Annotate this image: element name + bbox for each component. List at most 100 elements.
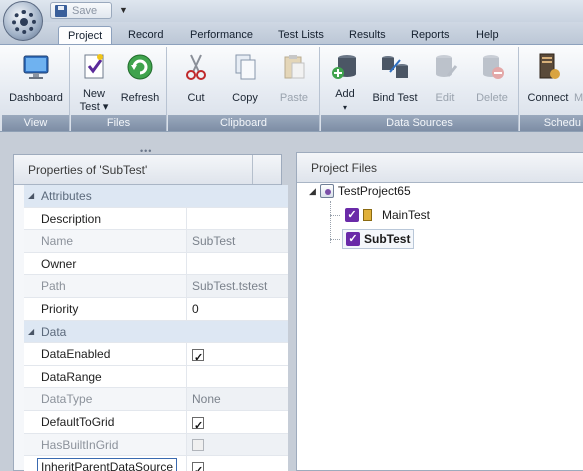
database-add-icon xyxy=(332,55,356,79)
tree-node-subtest[interactable]: ✓ SubTest xyxy=(342,229,415,249)
new-test-icon xyxy=(84,54,104,79)
add-data-source-button[interactable]: Add ▾ xyxy=(325,50,365,112)
property-row-inheritparentdatasource[interactable]: InheritParentDataSource xyxy=(24,456,288,471)
group-data-sources-label: Data Sources xyxy=(321,115,518,131)
tab-project[interactable]: Project xyxy=(58,26,113,44)
tree-connector xyxy=(330,201,331,243)
properties-panel: Properties of 'SubTest' Attributes Descr… xyxy=(13,154,288,471)
title-bar: Save ▼ xyxy=(0,0,583,41)
group-clipboard: Cut Copy Paste Clipboard xyxy=(168,47,320,131)
gear-icon xyxy=(12,10,36,34)
cut-label: Cut xyxy=(187,92,205,104)
tree-node-maintest[interactable]: ✓ MainTest xyxy=(345,205,430,225)
delete-data-source-button[interactable]: Delete xyxy=(469,50,515,112)
property-row-description[interactable]: Description xyxy=(24,207,288,231)
copy-label: Copy xyxy=(232,92,258,104)
tab-test-lists[interactable]: Test Lists xyxy=(278,26,324,44)
refresh-button[interactable]: Refresh xyxy=(117,50,163,112)
property-value: None xyxy=(187,388,288,410)
save-button[interactable]: Save xyxy=(50,2,112,19)
tab-results[interactable]: Results xyxy=(349,26,386,44)
category-attributes-label: Attributes xyxy=(24,185,187,207)
tree-connector xyxy=(330,215,340,216)
cut-button[interactable]: Cut xyxy=(174,50,218,112)
truncated-button[interactable]: M xyxy=(574,50,583,112)
copy-button[interactable]: Copy xyxy=(222,50,268,112)
property-row-dataenabled[interactable]: DataEnabled xyxy=(24,343,288,369)
bind-test-icon xyxy=(382,56,408,78)
clipboard-icon xyxy=(284,55,305,79)
group-schedule: Connect M Schedu xyxy=(520,47,583,131)
category-data[interactable]: Data xyxy=(24,320,288,344)
ribbon: Dashboard View New Test ▾ Refresh Files xyxy=(0,44,583,132)
test-name: MainTest xyxy=(382,208,431,222)
group-data-sources: Add ▾ Bind Test Edit Delete Data Sources xyxy=(321,47,519,131)
tree-node-project[interactable]: ◢ TestProject65 xyxy=(309,181,411,201)
bind-test-button[interactable]: Bind Test xyxy=(369,50,421,112)
properties-header: Properties of 'SubTest' xyxy=(14,155,281,185)
edit-data-source-button[interactable]: Edit xyxy=(425,50,465,112)
property-name: DataEnabled xyxy=(24,343,187,365)
connect-label: Connect xyxy=(527,92,569,104)
property-value[interactable] xyxy=(187,208,288,230)
property-row-hasbuiltingrid[interactable]: HasBuiltInGrid xyxy=(24,433,288,457)
collapse-triangle-icon[interactable]: ◢ xyxy=(309,181,316,201)
property-name: DefaultToGrid xyxy=(24,410,187,433)
property-grid: Attributes Description Name SubTest Owne… xyxy=(24,185,288,471)
test-name: SubTest xyxy=(364,232,411,246)
category-attributes[interactable]: Attributes xyxy=(24,185,288,208)
floppy-disk-icon xyxy=(55,4,67,17)
tree-connector xyxy=(330,239,340,240)
group-files: New Test ▾ Refresh Files xyxy=(71,47,167,131)
property-name: Description xyxy=(24,207,187,230)
quick-access-dropdown-icon[interactable]: ▼ xyxy=(119,5,128,15)
property-row-priority[interactable]: Priority 0 xyxy=(24,297,288,321)
property-value[interactable]: 0 xyxy=(187,298,288,320)
new-test-button[interactable]: New Test ▾ xyxy=(74,50,114,113)
refresh-icon xyxy=(127,54,153,80)
property-value[interactable] xyxy=(187,253,288,275)
property-row-datatype[interactable]: DataType None xyxy=(24,388,288,411)
property-row-name[interactable]: Name SubTest xyxy=(24,230,288,253)
group-view: Dashboard View xyxy=(2,47,70,131)
test-check-icon: ✓ xyxy=(346,232,360,246)
bind-test-label: Bind Test xyxy=(372,92,418,104)
refresh-label: Refresh xyxy=(120,92,160,104)
scissors-icon xyxy=(186,54,206,80)
property-row-defaulttogrid[interactable]: DefaultToGrid xyxy=(24,410,288,437)
property-name: DataType xyxy=(24,388,187,410)
property-value[interactable] xyxy=(187,366,288,388)
paste-button[interactable]: Paste xyxy=(272,50,316,112)
property-name: DataRange xyxy=(24,365,187,388)
delete-label: Delete xyxy=(476,92,508,104)
property-name: Name xyxy=(24,230,187,252)
edit-label: Edit xyxy=(435,92,455,104)
copy-icon xyxy=(235,54,256,80)
connect-button[interactable]: Connect xyxy=(524,50,572,112)
property-row-datarange[interactable]: DataRange xyxy=(24,365,288,389)
property-row-owner[interactable]: Owner xyxy=(24,252,288,276)
lock-icon xyxy=(363,209,372,221)
property-name: Path xyxy=(24,275,187,297)
group-view-label: View xyxy=(2,115,69,131)
tab-record[interactable]: Record xyxy=(128,26,163,44)
property-row-path[interactable]: Path SubTest.tstest xyxy=(24,275,288,298)
tab-performance[interactable]: Performance xyxy=(190,26,253,44)
tab-reports[interactable]: Reports xyxy=(411,26,450,44)
project-name: TestProject65 xyxy=(337,184,411,198)
category-data-label: Data xyxy=(24,321,187,343)
monitor-icon xyxy=(23,55,49,79)
ribbon-tabs: Project Record Performance Test Lists Re… xyxy=(0,22,583,44)
inheritparentdatasource-checkbox[interactable] xyxy=(192,460,204,471)
application-menu-button[interactable] xyxy=(3,1,43,41)
project-files-title: Project Files xyxy=(311,161,378,175)
tab-help[interactable]: Help xyxy=(476,26,499,44)
group-clipboard-label: Clipboard xyxy=(168,115,319,131)
properties-title: Properties of 'SubTest' xyxy=(28,163,148,177)
dataenabled-checkbox[interactable] xyxy=(192,347,204,369)
dashboard-button[interactable]: Dashboard xyxy=(4,50,68,112)
database-edit-icon xyxy=(436,55,458,77)
defaulttogrid-checkbox[interactable] xyxy=(192,415,204,437)
project-icon xyxy=(319,184,334,198)
header-divider xyxy=(252,155,253,184)
